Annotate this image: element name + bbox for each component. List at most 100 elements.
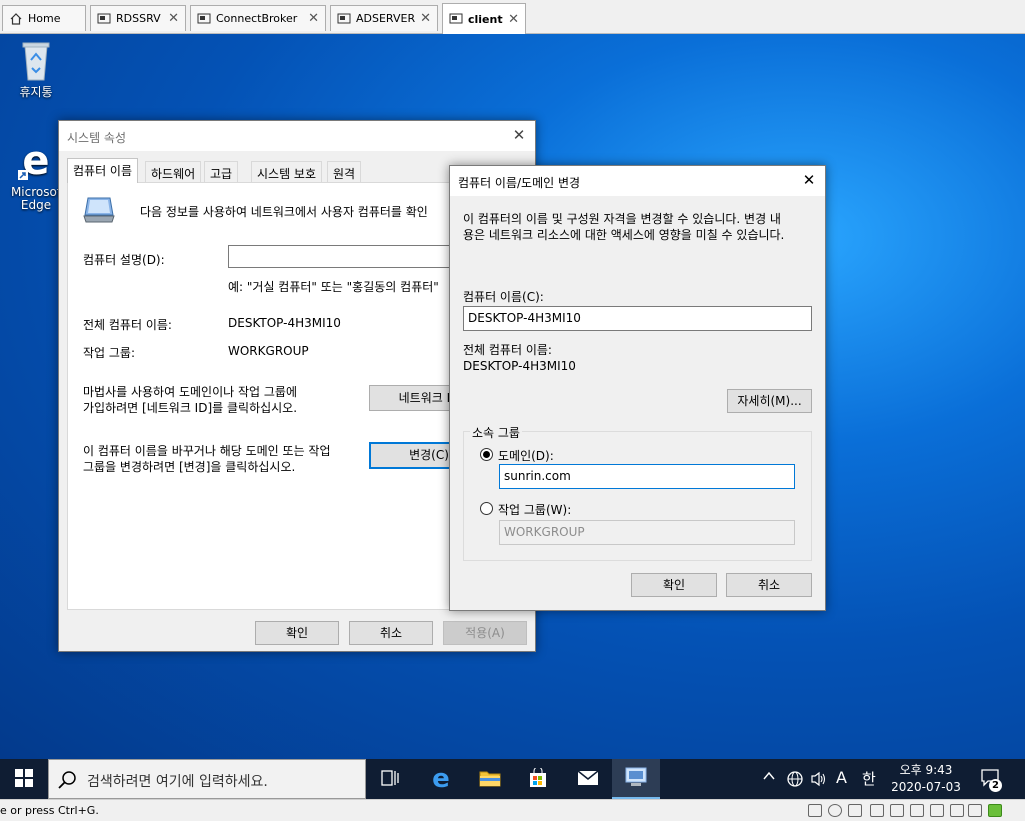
description-label: 컴퓨터 설명(D): (83, 253, 165, 267)
close-icon[interactable]: ✕ (511, 127, 527, 143)
windows-icon (15, 768, 33, 790)
tab-connectbroker[interactable]: ConnectBroker ✕ (190, 5, 326, 31)
mail-button[interactable] (564, 759, 612, 799)
clock[interactable]: 오후 9:43 2020-07-03 (886, 762, 966, 796)
volume-icon[interactable] (810, 770, 828, 791)
task-view-icon (381, 769, 399, 789)
sound-card-icon[interactable] (890, 804, 904, 817)
edge-icon: e (18, 138, 54, 184)
domain-label: 도메인(D): (498, 449, 554, 463)
edge-label-line2: Edge (20, 198, 52, 212)
ime-mode-indicator[interactable]: A (836, 768, 847, 787)
tab-label: ADSERVER (356, 12, 416, 25)
taskbar: 검색하려면 여기에 입력하세요. e A 한 오후 9:43 2020-07-0… (0, 759, 1025, 799)
printer-icon[interactable] (870, 804, 884, 817)
close-icon[interactable]: ✕ (801, 172, 817, 188)
tray-overflow-icon[interactable] (762, 769, 776, 787)
edge-shortcut[interactable]: e Microsof Edge (6, 138, 66, 212)
computer-icon (82, 195, 116, 225)
workgroup-radio[interactable] (480, 502, 493, 515)
tab-label: RDSSRV (116, 12, 161, 25)
store-icon (528, 766, 548, 791)
taskbar-search-box[interactable]: 검색하려면 여기에 입력하세요. (48, 759, 366, 799)
status-text: e or press Ctrl+G. (0, 804, 99, 817)
full-name-label: 전체 컴퓨터 이름: (83, 318, 172, 332)
search-icon (57, 770, 77, 793)
display-icon[interactable] (910, 804, 924, 817)
change-text-line2: 그룹을 변경하려면 [변경]을 클릭하십시오. (83, 460, 296, 474)
close-icon[interactable]: ✕ (420, 11, 431, 26)
network-icon[interactable] (786, 770, 804, 791)
domain-input[interactable]: sunrin.com (499, 464, 795, 489)
full-name-value: DESKTOP-4H3MI10 (228, 316, 341, 330)
wizard-text-line1: 마법사를 사용하여 도메인이나 작업 그룹에 (83, 385, 297, 399)
notification-count-badge: 2 (989, 779, 1002, 792)
start-button[interactable] (0, 759, 48, 799)
action-center-button[interactable]: 2 (980, 767, 1004, 792)
usb-controller-icon[interactable] (950, 804, 964, 817)
ok-button[interactable]: 확인 (255, 621, 339, 645)
vm-tab-bar: Home RDSSRV ✕ ConnectBroker ✕ ADSERVER ✕… (0, 0, 1025, 34)
tab-label: ConnectBroker (216, 12, 298, 25)
info-text: 다음 정보를 사용하여 네트워크에서 사용자 컴퓨터를 확인 (140, 205, 428, 219)
close-icon[interactable]: ✕ (508, 12, 519, 27)
recycle-bin-icon (18, 38, 54, 82)
taskbar-edge-button[interactable]: e (417, 759, 465, 799)
recycle-bin-label: 휴지통 (19, 85, 53, 99)
cancel-button[interactable]: 취소 (726, 573, 812, 597)
clock-time: 오후 9:43 (899, 763, 953, 777)
usb-icon[interactable] (930, 804, 944, 817)
dialog-title: 시스템 속성 (59, 121, 535, 151)
search-placeholder: 검색하려면 여기에 입력하세요. (87, 774, 268, 790)
home-icon (9, 12, 23, 26)
cancel-button[interactable]: 취소 (349, 621, 433, 645)
tab-rdssrv[interactable]: RDSSRV ✕ (90, 5, 186, 31)
more-button[interactable]: 자세히(M)... (727, 389, 812, 413)
apply-button[interactable]: 적용(A) (443, 621, 527, 645)
tab-advanced[interactable]: 고급 (204, 161, 239, 182)
tab-hardware[interactable]: 하드웨어 (145, 161, 202, 182)
recycle-bin-shortcut[interactable]: 휴지통 (6, 38, 66, 99)
store-button[interactable] (514, 759, 562, 799)
example-text: 예: "거실 컴퓨터" 또는 "홍길동의 컴퓨터" (228, 280, 439, 294)
vm-icon (97, 12, 111, 26)
workgroup-value: WORKGROUP (228, 344, 309, 358)
computer-name-domain-dialog: 컴퓨터 이름/도메인 변경 ✕ 이 컴퓨터의 이름 및 구성원 자격을 변경할 … (449, 165, 826, 611)
close-icon[interactable]: ✕ (308, 11, 319, 26)
tab-computer-name[interactable]: 컴퓨터 이름 (67, 158, 139, 183)
workgroup-input[interactable]: WORKGROUP (499, 520, 795, 545)
wizard-text-line2: 가입하려면 [네트워크 ID]를 클릭하십시오. (83, 401, 298, 415)
task-view-button[interactable] (366, 759, 414, 799)
tab-remote[interactable]: 원격 (327, 161, 362, 182)
full-name-label: 전체 컴퓨터 이름: (463, 343, 552, 357)
tab-system-protection[interactable]: 시스템 보호 (251, 161, 323, 182)
tab-label: Home (28, 12, 61, 25)
message-icon[interactable] (968, 804, 982, 817)
network-adapter-icon[interactable] (848, 804, 862, 817)
tab-client[interactable]: client ✕ (442, 3, 526, 34)
tab-adserver[interactable]: ADSERVER ✕ (330, 5, 438, 31)
info-text-line1: 이 컴퓨터의 이름 및 구성원 자격을 변경할 수 있습니다. 변경 내 (463, 212, 781, 226)
vm-icon (197, 12, 211, 26)
tab-home[interactable]: Home (2, 5, 86, 31)
domain-radio[interactable] (480, 448, 493, 461)
vm-status-icon[interactable] (988, 804, 1002, 817)
cd-dvd-icon[interactable] (828, 804, 842, 817)
mail-icon (577, 769, 599, 789)
dialog-title: 컴퓨터 이름/도메인 변경 (450, 166, 825, 196)
workgroup-label: 작업 그룹(W): (498, 503, 572, 517)
ok-button[interactable]: 확인 (631, 573, 717, 597)
close-icon[interactable]: ✕ (168, 11, 179, 26)
ime-hangul-indicator[interactable]: 한 (862, 768, 876, 789)
system-properties-taskbar-button[interactable] (612, 759, 660, 799)
vm-icon (449, 12, 463, 26)
info-text-line2: 용은 네트워크 리소스에 대한 액세스에 영향을 미칠 수 있습니다. (463, 228, 785, 242)
computer-name-label: 컴퓨터 이름(C): (463, 290, 544, 304)
hard-disk-icon[interactable] (808, 804, 822, 817)
system-properties-icon (625, 767, 647, 790)
vm-icon (337, 12, 351, 26)
computer-name-input[interactable]: DESKTOP-4H3MI10 (463, 306, 812, 331)
clock-date: 2020-07-03 (891, 780, 961, 794)
file-explorer-button[interactable] (466, 759, 514, 799)
status-bar: e or press Ctrl+G. (0, 799, 1025, 821)
